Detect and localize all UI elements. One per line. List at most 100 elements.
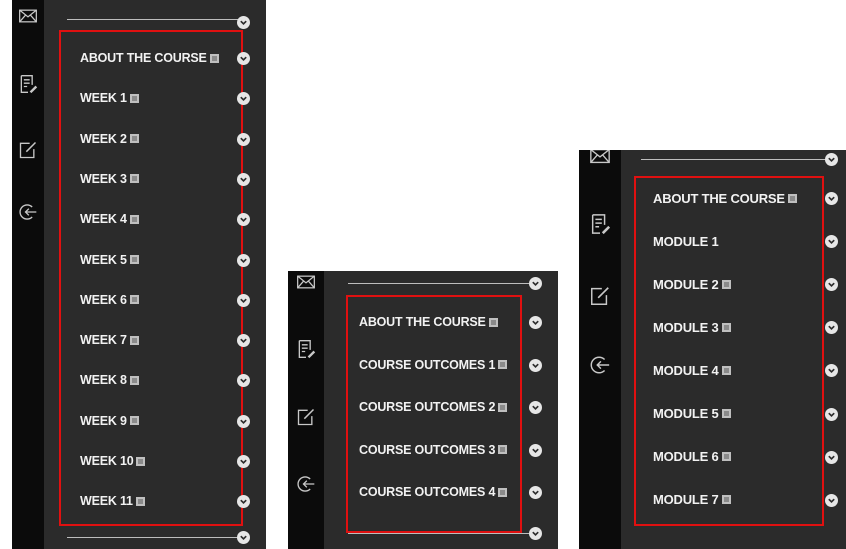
chevron-down-icon[interactable] (237, 495, 250, 509)
mail-icon[interactable] (296, 272, 316, 292)
menu-item[interactable]: MODULE 3 (653, 318, 731, 336)
chevron-down-icon[interactable] (825, 450, 838, 464)
document-icon (135, 496, 145, 506)
menu-item-label: WEEK 2 (80, 131, 127, 146)
chevron-down-icon[interactable] (237, 52, 250, 65)
menu-item-label: COURSE OUTCOMES 1 (359, 357, 496, 372)
chevron-down-icon[interactable] (529, 486, 542, 499)
chevron-down-icon[interactable] (825, 235, 838, 249)
notes-icon[interactable] (589, 213, 611, 235)
chevron-down-icon[interactable] (237, 253, 250, 267)
menu-item[interactable]: WEEK 8 (80, 371, 139, 389)
menu-item-label: WEEK 10 (80, 454, 134, 468)
document-icon (136, 456, 146, 466)
menu-item[interactable]: WEEK 5 (80, 251, 139, 269)
mail-icon[interactable] (18, 6, 38, 26)
menu-item[interactable]: COURSE OUTCOMES 1 (359, 356, 508, 374)
menu-item[interactable]: WEEK 9 (80, 412, 139, 430)
chevron-down-icon[interactable] (825, 321, 838, 335)
document-icon (129, 295, 139, 305)
menu-item[interactable]: MODULE 7 (653, 491, 731, 509)
menu-item-label: MODULE 6 (653, 449, 719, 465)
chevron-down-icon[interactable] (237, 414, 250, 428)
chevron-down-icon[interactable] (237, 132, 250, 146)
course-menu-weeks: ABOUT THE COURSE WEEK 1 WEEK 2 WEEK 3 WEEK 4… (12, 0, 266, 549)
menu-item-label: WEEK 4 (80, 212, 127, 227)
chevron-down-icon[interactable] (237, 455, 250, 468)
chevron-down-icon[interactable] (237, 172, 250, 186)
document-icon (721, 409, 731, 418)
chevron-down-icon[interactable] (825, 364, 838, 378)
menu-item[interactable]: WEEK 10 (80, 452, 146, 470)
chevron-down-icon[interactable] (237, 92, 250, 106)
menu-item-label: WEEK 5 (80, 252, 127, 267)
menu-item-label: WEEK 8 (80, 373, 127, 388)
document-icon (129, 375, 139, 385)
logout-icon[interactable] (589, 354, 611, 376)
document-icon (498, 360, 508, 369)
menu-item[interactable]: COURSE OUTCOMES 3 (359, 441, 508, 459)
logout-icon[interactable] (296, 474, 316, 494)
menu-item[interactable]: WEEK 4 (80, 210, 139, 228)
chevron-down-icon[interactable] (237, 334, 250, 348)
document-icon (129, 335, 139, 345)
chevron-down-icon[interactable] (237, 293, 250, 307)
chevron-down-icon[interactable] (237, 374, 250, 388)
menu-item-label: ABOUT THE COURSE (80, 51, 207, 65)
menu-item-label: MODULE 7 (653, 492, 719, 508)
menu-item[interactable]: ABOUT THE COURSE (359, 313, 498, 331)
menu-item-label: ABOUT THE COURSE (653, 190, 785, 206)
menu-item[interactable]: MODULE 6 (653, 448, 731, 466)
menu-item[interactable]: COURSE OUTCOMES 4 (359, 483, 508, 501)
notes-icon[interactable] (296, 339, 316, 359)
menu-item[interactable]: MODULE 4 (653, 361, 731, 379)
document-icon (721, 279, 731, 289)
menu-item[interactable]: WEEK 1 (80, 89, 139, 107)
edit-icon[interactable] (589, 285, 611, 307)
chevron-down-icon[interactable] (529, 527, 542, 540)
chevron-down-icon[interactable] (825, 153, 838, 166)
chevron-down-icon[interactable] (825, 192, 838, 205)
chevron-down-icon[interactable] (529, 443, 542, 457)
menu-item[interactable]: WEEK 11 (80, 492, 145, 510)
menu-item-label: ABOUT THE COURSE (359, 315, 486, 329)
icon-rail (579, 150, 621, 549)
chevron-down-icon[interactable] (825, 493, 838, 507)
menu-item[interactable]: WEEK 7 (80, 331, 139, 349)
notes-icon[interactable] (18, 74, 38, 94)
chevron-down-icon[interactable] (237, 213, 250, 227)
menu-item-label: COURSE OUTCOMES 3 (359, 442, 496, 457)
document-icon (787, 193, 797, 203)
menu-item-label: COURSE OUTCOMES 4 (359, 485, 496, 499)
menu-item[interactable]: MODULE 1 (653, 232, 719, 250)
menu-item[interactable]: WEEK 3 (80, 170, 139, 188)
menu-item[interactable]: MODULE 2 (653, 275, 731, 293)
edit-icon[interactable] (18, 140, 38, 160)
menu-item-label: MODULE 4 (653, 362, 719, 378)
chevron-down-icon[interactable] (825, 407, 838, 421)
menu-item[interactable]: ABOUT THE COURSE (80, 49, 219, 67)
menu-item[interactable]: WEEK 6 (80, 291, 139, 309)
mail-icon[interactable] (589, 150, 611, 167)
menu-item[interactable]: WEEK 2 (80, 130, 139, 148)
menu-item[interactable]: COURSE OUTCOMES 2 (359, 398, 508, 416)
highlight-box (634, 176, 824, 526)
chevron-down-icon[interactable] (529, 277, 542, 290)
chevron-down-icon[interactable] (237, 16, 250, 29)
top-divider (641, 159, 829, 160)
icon-rail (288, 271, 324, 549)
document-icon (488, 317, 498, 327)
chevron-down-icon[interactable] (529, 316, 542, 329)
chevron-down-icon[interactable] (825, 278, 838, 292)
menu-item[interactable]: ABOUT THE COURSE (653, 189, 797, 207)
document-icon (129, 174, 139, 184)
edit-icon[interactable] (296, 407, 316, 427)
menu-item-label: MODULE 5 (653, 406, 719, 421)
chevron-down-icon[interactable] (237, 531, 250, 544)
chevron-down-icon[interactable] (529, 358, 542, 372)
logout-icon[interactable] (18, 202, 38, 222)
menu-item-label: WEEK 7 (80, 333, 127, 348)
document-icon (721, 322, 731, 332)
chevron-down-icon[interactable] (529, 401, 542, 414)
menu-item[interactable]: MODULE 5 (653, 405, 731, 423)
